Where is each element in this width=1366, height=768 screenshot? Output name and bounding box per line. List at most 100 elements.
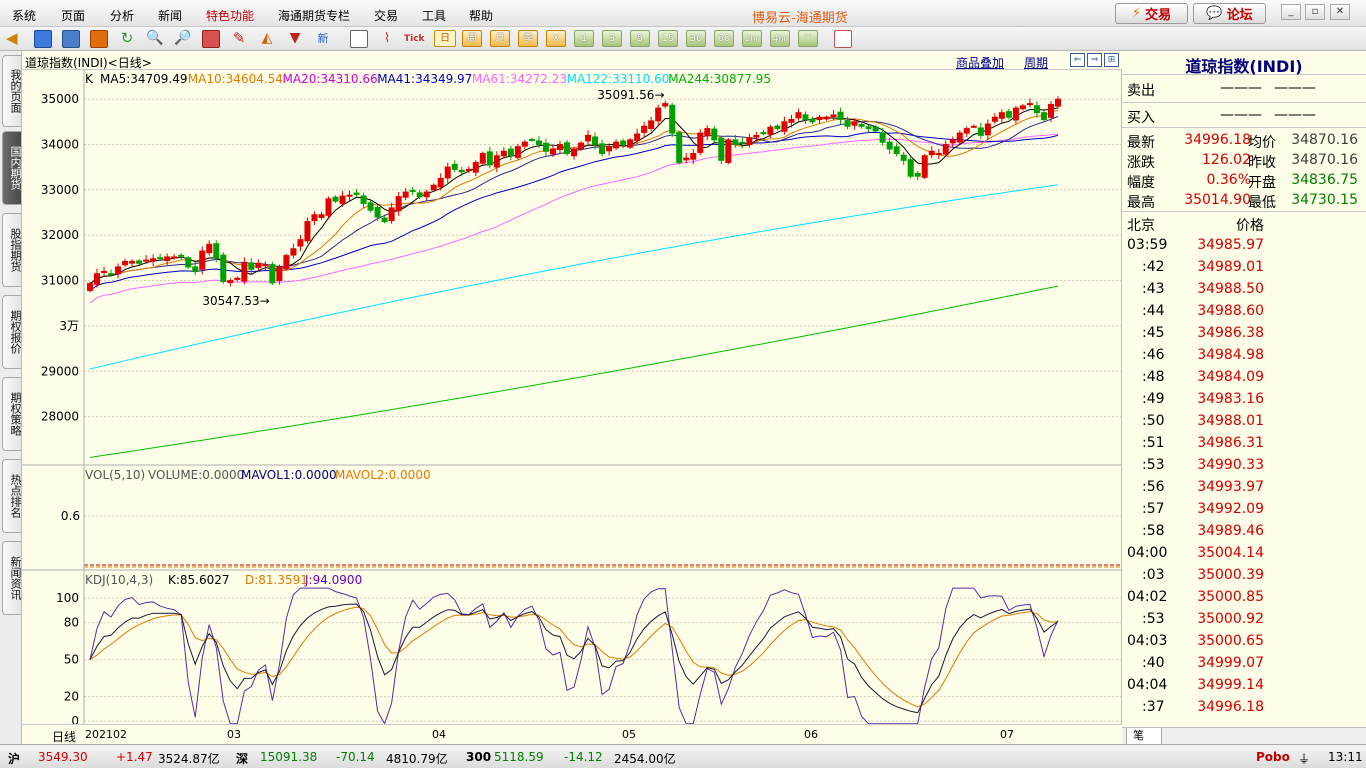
windows-stack-icon[interactable]	[202, 30, 220, 48]
avg-value: 34870.16	[1291, 132, 1358, 148]
candle-body	[423, 191, 430, 198]
trade-button[interactable]: ⚡ 交易	[1115, 3, 1188, 24]
new-icon[interactable]: 新	[314, 30, 332, 48]
zoom-out-mini-button[interactable]: ⇒	[1087, 53, 1102, 67]
buy-row: 买入 ——— ———	[1122, 105, 1366, 126]
period-4hr-button[interactable]: 4hr	[770, 30, 790, 47]
tick-list[interactable]: 03:59 34985.97:42 34989.01:43 34988.50:44 34…	[1122, 234, 1366, 724]
candle-body	[914, 172, 921, 177]
overlay-commodity-link[interactable]: 商品叠加	[956, 54, 1004, 71]
menu-page[interactable]: 页面	[61, 7, 85, 24]
menu-news[interactable]: 新闻	[158, 7, 182, 24]
menu-haitong-column[interactable]: 海通期货专栏	[278, 7, 350, 24]
filter-funnel-icon[interactable]: ▼	[286, 30, 304, 48]
monitor-icon[interactable]	[90, 30, 108, 48]
zoom-out-icon[interactable]: 🔎	[174, 30, 192, 48]
zoom-in-mini-button[interactable]: ⇐	[1070, 53, 1085, 67]
toolbar: ◀ ↻ 🔍 🔎 ✎ ◭ ▼ 新 ⌇ Tick 日 周 月 季 X 1 3 5 1…	[0, 27, 1366, 51]
candle-body	[977, 127, 984, 136]
sell-qty: ———	[1274, 80, 1316, 96]
eraser-icon[interactable]: ◭	[258, 30, 276, 48]
divider	[1122, 102, 1366, 103]
tick-time: 03:59	[1127, 237, 1168, 253]
candle-body	[1026, 103, 1033, 106]
candle-body	[928, 150, 935, 156]
period-link[interactable]: 周期	[1024, 54, 1048, 71]
menu-system[interactable]: 系统	[12, 7, 36, 24]
tab-option-strategy[interactable]: 期权策略	[2, 377, 22, 451]
period-week-button[interactable]: 周	[462, 30, 482, 47]
kdj-j-line	[89, 587, 1059, 724]
candle-body	[395, 196, 402, 212]
candle-body	[725, 139, 732, 163]
menu-help[interactable]: 帮助	[469, 7, 493, 24]
window-icon[interactable]	[34, 30, 52, 48]
candle-body	[690, 153, 697, 160]
tick-price: 34992.09	[1197, 501, 1264, 517]
forum-button[interactable]: 💬 论坛	[1193, 3, 1266, 24]
candle-body	[788, 118, 795, 123]
period-30m-button[interactable]: 30	[686, 30, 706, 47]
layout-icon[interactable]	[62, 30, 80, 48]
maximize-button[interactable]: ▫	[1305, 4, 1325, 20]
period-day-button[interactable]: 日	[434, 30, 456, 47]
candle-body	[563, 142, 570, 155]
tab-hot-ranking[interactable]: 热点排名	[2, 459, 22, 533]
candle-body	[1047, 104, 1054, 118]
period-quarter-button[interactable]: 季	[518, 30, 538, 47]
tab-domestic-futures[interactable]: 国内期货	[2, 131, 22, 205]
kdj-tick-label: 20	[64, 690, 79, 704]
close-button[interactable]: ✕	[1330, 4, 1350, 20]
period-3m-button[interactable]: 3	[602, 30, 622, 47]
candle-body	[402, 191, 409, 198]
tick-row: :50 34988.01	[1122, 410, 1366, 432]
period-60m-button[interactable]: 60	[714, 30, 734, 47]
expand-mini-button[interactable]: ⊞	[1104, 53, 1119, 67]
latest-label: 最新	[1127, 135, 1155, 151]
chart-area[interactable]: 道琼指数(INDI)<日线> 商品叠加 周期 ⇐ ⇒ ⊞ 35000 34000 3…	[22, 51, 1122, 744]
candle-body	[472, 162, 479, 173]
candle-body	[956, 132, 963, 143]
sh-amount: 3524.87亿	[158, 752, 220, 766]
lightning-icon: ⚡	[1131, 6, 1142, 21]
refresh-icon[interactable]: ↻	[118, 30, 136, 48]
indicator-chart-icon[interactable]: ⌇	[378, 30, 396, 48]
period-15m-button[interactable]: 15	[658, 30, 678, 47]
period-x-button[interactable]: X	[546, 30, 566, 47]
candle-body	[711, 128, 718, 141]
tab-my-page[interactable]: 我的页面	[2, 55, 22, 127]
menu-analysis[interactable]: 分析	[110, 7, 134, 24]
ma10-line	[89, 109, 1059, 285]
list-icon[interactable]	[350, 30, 368, 48]
candle-body	[844, 120, 851, 127]
tab-news-info[interactable]: 新闻资讯	[2, 541, 22, 615]
draw-pen-icon[interactable]: ✎	[230, 30, 248, 48]
zoom-in-icon[interactable]: 🔍	[146, 30, 164, 48]
price-chart-svg[interactable]: 35000 34000 33000 32000 31000 3万 29000 28000 35…	[22, 70, 1122, 724]
tab-index-futures[interactable]: 股指期货	[2, 213, 22, 287]
low-annotation: 30547.53→	[202, 294, 269, 308]
tick-time: 04:02	[1127, 589, 1168, 605]
quote-panel: 道琼指数(INDI) 卖出 ——— ——— 买入 ——— ——— 最新 3499…	[1122, 51, 1366, 745]
period-1m-button[interactable]: 1	[574, 30, 594, 47]
menu-tools[interactable]: 工具	[422, 7, 446, 24]
menu-special[interactable]: 特色功能	[206, 7, 254, 24]
ticks-price-header: 价格	[1236, 218, 1264, 234]
back-arrow-icon[interactable]: ◀	[6, 30, 24, 48]
period-year-button[interactable]: Y	[798, 30, 818, 47]
trades-tab[interactable]: 笔	[1126, 728, 1162, 745]
period-month-button[interactable]: 月	[490, 30, 510, 47]
menu-trade[interactable]: 交易	[374, 7, 398, 24]
tab-option-quotes[interactable]: 期权报价	[2, 295, 22, 369]
candle-body	[479, 153, 486, 164]
tick-price: 35000.85	[1197, 589, 1264, 605]
minimize-button[interactable]: _	[1281, 4, 1301, 20]
candle-body	[599, 143, 606, 155]
period-5m-button[interactable]: 5	[630, 30, 650, 47]
tick-price: 34988.50	[1197, 281, 1264, 297]
tick-icon[interactable]: Tick	[404, 30, 425, 48]
candle-body	[269, 264, 276, 284]
calendar-icon[interactable]	[834, 30, 852, 48]
mavol2-value: MAVOL2:0.0000	[335, 468, 431, 482]
period-2hr-button[interactable]: 2hr	[742, 30, 762, 47]
